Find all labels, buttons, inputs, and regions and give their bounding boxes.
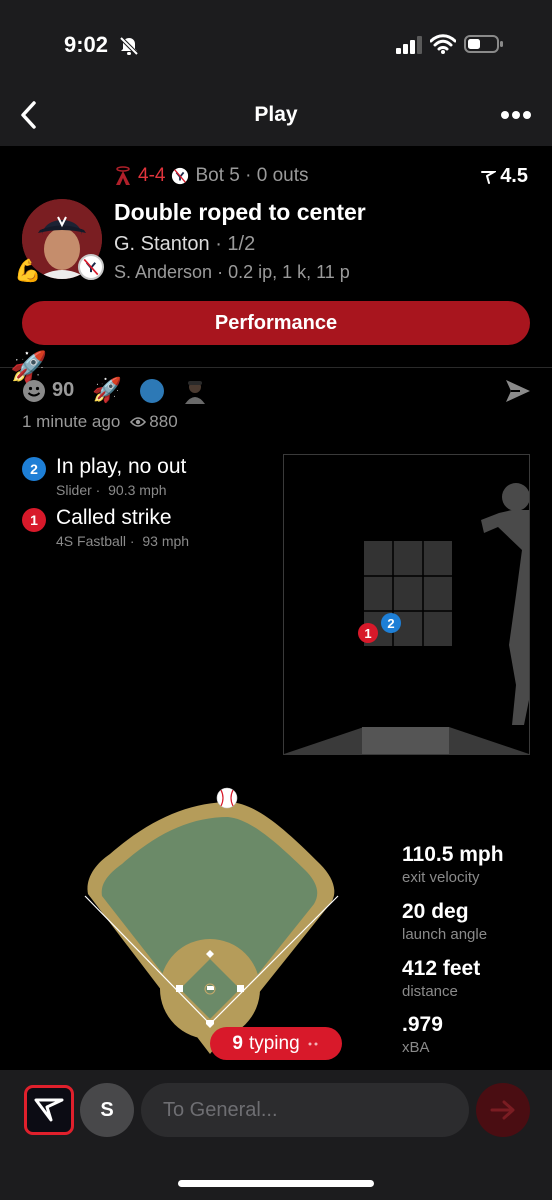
reaction-count: 90 — [52, 379, 75, 401]
batter-silhouette — [481, 483, 530, 725]
spray-chart-field — [84, 787, 339, 1054]
app-logo-button[interactable] — [24, 1085, 74, 1135]
stat-value: 412 feet — [402, 957, 481, 980]
nav-title: Play — [254, 103, 298, 126]
pitch-type: 4S Fastball — [56, 533, 127, 549]
message-input[interactable] — [141, 1083, 469, 1137]
typing-label: typing — [248, 1032, 300, 1054]
stat-label: exit velocity — [402, 869, 480, 886]
batter-name[interactable]: G. Stanton — [114, 233, 210, 255]
yankees-logo-icon — [172, 167, 189, 185]
smile-icon — [23, 379, 45, 402]
stat-launch-angle: 20 deg launch angle — [402, 900, 487, 943]
status-time: 9:02 — [64, 32, 109, 57]
pitch-detail: Slider · 90.3 mph — [56, 482, 167, 498]
player-emoji-icon[interactable] — [182, 378, 208, 404]
odds-value: 4.5 — [500, 165, 528, 187]
play-title: Double roped to center — [114, 199, 366, 225]
send-button[interactable] — [476, 1083, 530, 1137]
game-score: 4-4 — [138, 165, 166, 186]
divider — [0, 367, 552, 368]
views-value: 880 — [149, 412, 178, 431]
pitch-detail: 4S Fastball · 93 mph — [56, 533, 190, 549]
wifi-icon — [430, 34, 456, 54]
typing-dots-icon — [308, 1042, 318, 1045]
pitcher-line: S. Anderson · 0.2 ip, 1 k, 11 p — [114, 262, 350, 282]
more-icon[interactable] — [500, 109, 532, 121]
stat-value: 20 deg — [402, 900, 469, 923]
view-count: 880 — [130, 412, 178, 432]
pitch-number-badge: 2 — [22, 457, 46, 481]
stat-value: .979 — [402, 1013, 443, 1036]
odds-arrow-icon — [481, 170, 497, 184]
stat-exit-velocity: 110.5 mph exit velocity — [402, 843, 504, 886]
send-arrow-icon — [490, 1100, 515, 1120]
pitch-number-badge: 1 — [22, 508, 46, 532]
reaction-row: 90 🚀 — [22, 376, 208, 405]
muscle-emoji-icon: 💪 — [14, 258, 42, 283]
score-line: 4-4 Bot 5 · 0 outs — [114, 165, 308, 187]
pitch-marker-1: 1 — [358, 623, 378, 643]
inning-status: Bot 5 · 0 outs — [195, 165, 309, 186]
rocket-emoji-icon[interactable]: 🚀 — [92, 376, 122, 405]
batter-stats: · 1/2 — [215, 233, 256, 255]
performance-button[interactable]: Performance — [22, 301, 530, 345]
stat-label: xBA — [402, 1039, 430, 1056]
batter-line: G. Stanton · 1/2 — [114, 233, 255, 256]
time-ago: 1 minute ago — [22, 412, 121, 431]
send-share-icon[interactable] — [504, 378, 532, 404]
typing-count: 9 — [232, 1032, 243, 1054]
pitch-marker-2: 2 — [381, 613, 401, 633]
stat-value: 110.5 mph — [402, 843, 504, 866]
reaction-button[interactable]: 90 — [22, 379, 74, 403]
signal-icon — [396, 36, 422, 54]
pitch-result: In play, no out — [56, 455, 187, 478]
stat-distance: 412 feet distance — [402, 957, 480, 1000]
stat-label: distance — [402, 983, 458, 1000]
bell-slash-icon — [119, 36, 139, 56]
user-avatar[interactable]: S — [80, 1083, 134, 1137]
battery-icon — [464, 35, 503, 53]
strike-zone-chart: 1 2 — [284, 483, 530, 754]
typing-indicator[interactable]: 9 typing — [210, 1027, 342, 1060]
stat-label: launch angle — [402, 926, 488, 943]
pitch-result: Called strike — [56, 506, 172, 529]
play-meta: 1 minute ago 880 — [22, 412, 178, 432]
stat-xba: .979 xBA — [402, 1013, 443, 1056]
pitch-speed: 93 mph — [142, 533, 190, 549]
app-logo-icon — [34, 1098, 64, 1122]
eye-icon — [130, 417, 147, 427]
pitch-marker-label: 2 — [387, 616, 394, 631]
baseball-icon — [216, 787, 238, 809]
pitch-type: Slider — [56, 482, 92, 498]
odds-badge[interactable]: 4.5 — [480, 165, 528, 188]
pitch-marker-label: 1 — [364, 626, 371, 641]
yankees-logo-icon — [78, 254, 104, 280]
pitch-speed: 90.3 mph — [108, 482, 167, 498]
blue-circle-icon[interactable] — [140, 378, 165, 403]
strike-zone-panel: 1 2 — [283, 454, 530, 755]
angels-logo-icon — [116, 166, 130, 185]
home-indicator — [178, 1180, 374, 1187]
